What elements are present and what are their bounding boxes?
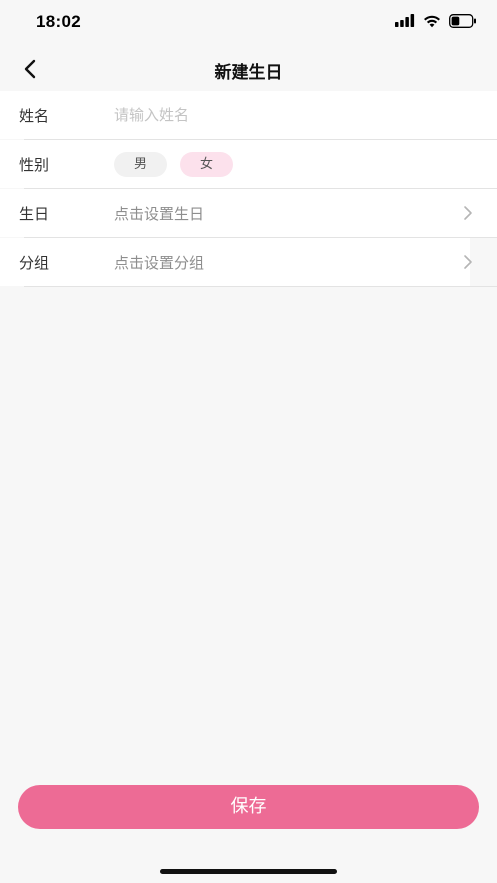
nav-bar: 新建生日	[0, 46, 497, 92]
name-input[interactable]	[114, 103, 454, 127]
group-label: 分组	[19, 254, 50, 272]
group-value[interactable]: 点击设置分组	[114, 252, 204, 273]
save-button[interactable]: 保存	[18, 785, 479, 829]
cellular-signal-icon	[395, 14, 415, 27]
birthday-row[interactable]: 生日 点击设置生日	[0, 189, 497, 238]
status-icons	[395, 14, 477, 28]
chevron-right-icon	[464, 206, 472, 220]
status-bar: 18:02	[0, 0, 497, 46]
birthday-form: 姓名 性别 男 女 生日 点击设置生日 分组 点击设置分组	[0, 91, 497, 287]
page-title: 新建生日	[214, 63, 283, 83]
birthday-value[interactable]: 点击设置生日	[114, 203, 204, 224]
gender-option-female[interactable]: 女	[180, 152, 233, 177]
battery-icon	[449, 14, 476, 28]
chevron-right-icon	[464, 255, 472, 269]
birthday-label: 生日	[19, 205, 50, 223]
name-label: 姓名	[19, 107, 50, 125]
home-indicator	[160, 869, 337, 874]
wifi-icon	[424, 15, 440, 28]
name-row: 姓名	[0, 91, 497, 140]
status-time: 18:02	[36, 12, 81, 31]
gender-option-male[interactable]: 男	[114, 152, 167, 177]
gender-row: 性别 男 女	[0, 140, 497, 189]
divider	[24, 286, 497, 287]
group-row[interactable]: 分组 点击设置分组	[0, 238, 497, 287]
gender-label: 性别	[19, 156, 50, 174]
